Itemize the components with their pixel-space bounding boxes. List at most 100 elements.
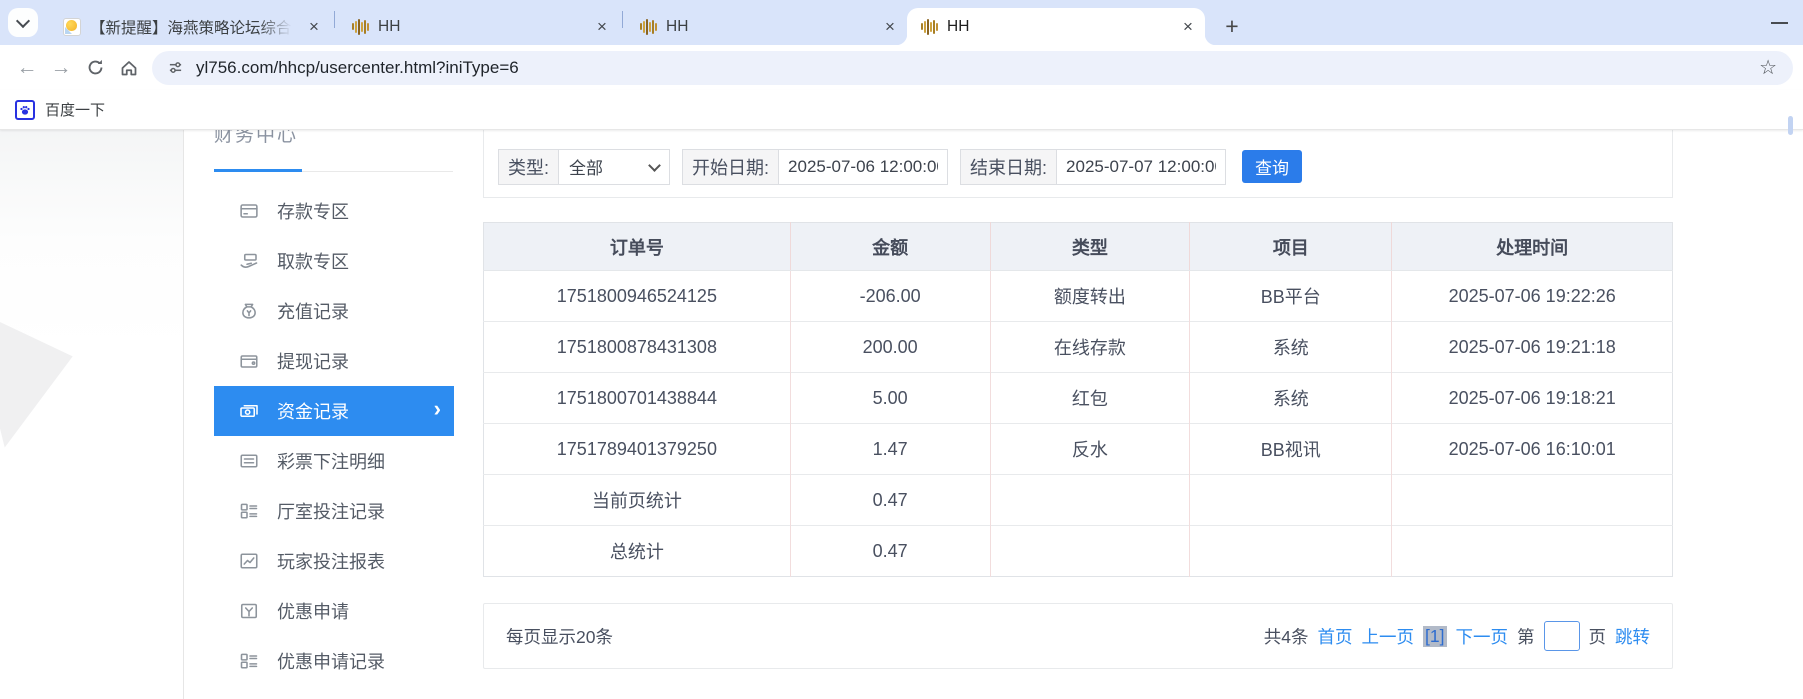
- table-cell: [990, 475, 1190, 526]
- sidebar-item-hand[interactable]: 取款专区 ›: [214, 236, 454, 286]
- table-cell: 红包: [990, 373, 1190, 424]
- type-select[interactable]: 全部: [558, 149, 670, 185]
- end-date-input[interactable]: [1056, 149, 1226, 185]
- table-cell: 2025-07-06 19:22:26: [1392, 271, 1673, 322]
- forward-button[interactable]: →: [44, 51, 78, 85]
- tab-close-icon[interactable]: ×: [881, 18, 899, 36]
- chart-icon: [239, 551, 259, 571]
- url-text: yl756.com/hhcp/usercenter.html?iniType=6: [196, 58, 519, 78]
- sidebar: 财务中心 存款专区 › 取款专区 › 充值记录 › 提现记录 › 资金记录 › …: [183, 130, 453, 699]
- sidebar-item-bag[interactable]: 充值记录 ›: [214, 286, 454, 336]
- jump-label-suffix: 页: [1589, 624, 1607, 649]
- start-date-input[interactable]: [778, 149, 948, 185]
- sidebar-header-label: 财务中心: [214, 130, 298, 147]
- site-info-icon[interactable]: [168, 60, 183, 75]
- hh-favicon: [639, 18, 657, 36]
- tab-title: 【新提醒】海燕策略论坛综合交: [90, 16, 296, 38]
- sidebar-item-list2[interactable]: 厅室投注记录 ›: [214, 486, 454, 536]
- sidebar-item-cash[interactable]: 资金记录 ›: [214, 386, 454, 436]
- prev-page-link[interactable]: 上一页: [1362, 624, 1415, 649]
- chevron-down-icon: [16, 13, 30, 27]
- start-date-group: 开始日期:: [682, 149, 948, 185]
- reload-button[interactable]: [78, 51, 112, 85]
- table-cell: 5.00: [790, 373, 990, 424]
- bag-icon: [239, 301, 259, 321]
- list2-icon: [239, 651, 259, 671]
- sidebar-item-label: 存款专区: [277, 198, 349, 224]
- coupon-icon: [239, 601, 259, 621]
- start-date-label: 开始日期:: [682, 149, 778, 185]
- table-row: 1751800878431308200.00在线存款系统2025-07-06 1…: [484, 322, 1673, 373]
- current-page: [1]: [1423, 626, 1446, 647]
- table-row: 17517894013792501.47反水BB视讯2025-07-06 16:…: [484, 424, 1673, 475]
- browser-tab[interactable]: 【新提醒】海燕策略论坛综合交 ×: [50, 8, 331, 45]
- browser-tab[interactable]: HH ×: [907, 8, 1205, 45]
- sidebar-item-label: 玩家投注报表: [277, 548, 385, 574]
- first-page-link[interactable]: 首页: [1318, 624, 1353, 649]
- sidebar-item-card[interactable]: 存款专区 ›: [214, 186, 454, 236]
- browser-tab[interactable]: HH ×: [338, 8, 619, 45]
- sidebar-item-list2[interactable]: 优惠申请记录 ›: [214, 636, 454, 686]
- chevron-down-icon: [648, 159, 661, 172]
- baidu-paw-icon: [15, 100, 35, 120]
- total-count: 共4条: [1264, 624, 1309, 649]
- end-date-group: 结束日期:: [960, 149, 1226, 185]
- next-page-link[interactable]: 下一页: [1456, 624, 1509, 649]
- sidebar-item-wallet[interactable]: 提现记录 ›: [214, 336, 454, 386]
- pagination-controls: 共4条 首页 上一页 [1] 下一页 第 页 跳转: [1264, 621, 1650, 651]
- table-cell: 在线存款: [990, 322, 1190, 373]
- wallet-icon: [239, 351, 259, 371]
- table-cell: 系统: [1190, 373, 1392, 424]
- hh-favicon: [351, 18, 369, 36]
- table-cell: [1190, 526, 1392, 577]
- type-filter-group: 类型: 全部: [498, 149, 670, 185]
- records-table-card: 订单号金额类型项目处理时间 1751800946524125-206.00额度转…: [483, 222, 1673, 577]
- table-cell: 0.47: [790, 475, 990, 526]
- tab-close-icon[interactable]: ×: [305, 18, 323, 36]
- home-button[interactable]: [112, 51, 146, 85]
- main-panel: 类型: 全部 开始日期: 结束日期: 查询: [483, 130, 1673, 669]
- new-tab-button[interactable]: +: [1218, 12, 1246, 40]
- sidebar-item-list[interactable]: 彩票下注明细 ›: [214, 436, 454, 486]
- page-number-input[interactable]: [1544, 621, 1580, 651]
- minimize-button[interactable]: [1771, 22, 1788, 24]
- scrollbar-thumb[interactable]: [1788, 116, 1793, 135]
- table-cell: BB视讯: [1190, 424, 1392, 475]
- column-header: 项目: [1190, 223, 1392, 271]
- tab-divider: [334, 11, 335, 28]
- address-bar[interactable]: yl756.com/hhcp/usercenter.html?iniType=6…: [152, 51, 1793, 85]
- sidebar-item-chart[interactable]: 玩家投注报表 ›: [214, 536, 454, 586]
- bookmark-star-icon[interactable]: ☆: [1759, 55, 1777, 80]
- back-button[interactable]: ←: [10, 51, 44, 85]
- search-button[interactable]: 查询: [1242, 150, 1302, 183]
- table-cell: 1751789401379250: [484, 424, 791, 475]
- table-row: 17518007014388445.00红包系统2025-07-06 19:18…: [484, 373, 1673, 424]
- tab-search-button[interactable]: [8, 8, 38, 37]
- table-cell: 总统计: [484, 526, 791, 577]
- table-cell: 额度转出: [990, 271, 1190, 322]
- sidebar-item-coupon[interactable]: 优惠申请 ›: [214, 586, 454, 636]
- tab-close-icon[interactable]: ×: [1179, 18, 1197, 36]
- jump-button[interactable]: 跳转: [1615, 624, 1650, 649]
- forum-favicon: [63, 18, 81, 36]
- filter-bar: 类型: 全部 开始日期: 结束日期: 查询: [483, 130, 1673, 198]
- records-table: 订单号金额类型项目处理时间 1751800946524125-206.00额度转…: [483, 222, 1673, 577]
- type-select-value: 全部: [569, 154, 603, 179]
- browser-tab[interactable]: HH ×: [626, 8, 907, 45]
- sidebar-item-label: 厅室投注记录: [277, 498, 385, 524]
- column-header: 处理时间: [1392, 223, 1673, 271]
- sidebar-item-label: 资金记录: [277, 398, 349, 424]
- tab-close-icon[interactable]: ×: [593, 18, 611, 36]
- table-cell: 200.00: [790, 322, 990, 373]
- tab-title: HH: [378, 18, 584, 36]
- table-cell: 系统: [1190, 322, 1392, 373]
- card-icon: [239, 201, 259, 221]
- table-cell: -206.00: [790, 271, 990, 322]
- column-header: 金额: [790, 223, 990, 271]
- tab-title: HH: [666, 18, 872, 36]
- bookmark-baidu[interactable]: 百度一下: [15, 99, 105, 120]
- table-cell: [990, 526, 1190, 577]
- sidebar-item-label: 彩票下注明细: [277, 448, 385, 474]
- table-cell: [1392, 526, 1673, 577]
- reload-icon: [86, 58, 105, 77]
